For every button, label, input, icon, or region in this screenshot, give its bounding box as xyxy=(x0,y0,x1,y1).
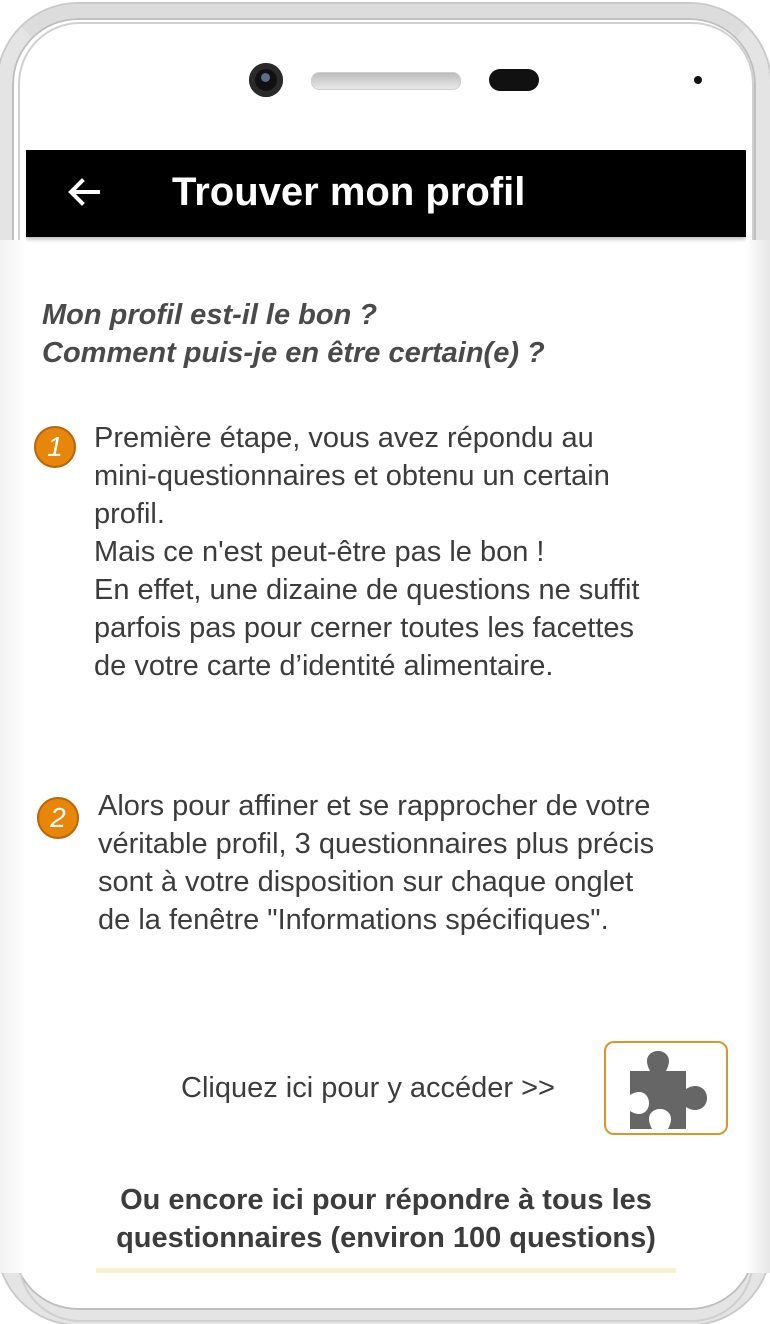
all-questionnaires-line-1: Ou encore ici pour répondre à tous les xyxy=(120,1184,652,1216)
puzzle-piece-icon xyxy=(630,1051,707,1129)
step-1-line: de votre carte d’identité alimentaire. xyxy=(94,650,554,682)
app-bar: Trouver mon profil xyxy=(26,150,746,237)
bezel-right-shade xyxy=(746,240,770,1273)
proximity-sensor xyxy=(489,69,539,91)
earpiece-speaker xyxy=(311,72,461,90)
step-1-line: mini-questionnaires et obtenu un certain xyxy=(94,460,610,492)
step-1-line: parfois pas pour cerner toutes les facet… xyxy=(94,612,635,644)
step-1-line: Mais ce n'est peut-être pas le bon ! xyxy=(94,536,545,568)
step-2-line: de la fenêtre "Informations spécifiques"… xyxy=(98,904,609,936)
step-1-badge: 1 xyxy=(34,426,76,468)
questionnaires-button[interactable] xyxy=(604,1041,728,1135)
phone-frame: Trouver mon profil Mon profil est-il le … xyxy=(0,0,770,1324)
back-button[interactable] xyxy=(64,172,104,212)
intro-line-1: Mon profil est-il le bon ? xyxy=(42,299,378,331)
all-questionnaires-link[interactable]: Ou encore ici pour répondre à tous les q… xyxy=(26,1181,746,1257)
step-1-line: En effet, une dizaine de questions ne su… xyxy=(94,574,640,606)
intro-question: Mon profil est-il le bon ? Comment puis-… xyxy=(42,296,732,372)
step-1-line: Première étape, vous avez répondu au xyxy=(94,422,594,454)
step-2-badge: 2 xyxy=(37,797,79,839)
step-1-line: profil. xyxy=(94,498,165,530)
screen: Trouver mon profil Mon profil est-il le … xyxy=(26,150,746,1273)
front-camera xyxy=(249,63,283,97)
light-sensor xyxy=(694,76,702,84)
all-questionnaires-line-2: questionnaires (environ 100 questions) xyxy=(116,1222,656,1254)
bottom-button-edge[interactable] xyxy=(96,1268,676,1273)
access-questionnaires-label[interactable]: Cliquez ici pour y accéder >> xyxy=(181,1069,555,1107)
step-2-line: véritable profil, 3 questionnaires plus … xyxy=(98,828,655,860)
arrow-left-icon xyxy=(68,178,100,206)
bezel-left-shade xyxy=(0,240,26,1273)
step-2-line: Alors pour affiner et se rapprocher de v… xyxy=(98,790,651,822)
step-1-text: Première étape, vous avez répondu au min… xyxy=(94,419,640,685)
intro-line-2: Comment puis-je en être certain(e) ? xyxy=(42,337,545,369)
page-title: Trouver mon profil xyxy=(172,170,526,214)
step-2-line: sont à votre disposition sur chaque ongl… xyxy=(98,866,634,898)
step-2-text: Alors pour affiner et se rapprocher de v… xyxy=(98,787,654,939)
